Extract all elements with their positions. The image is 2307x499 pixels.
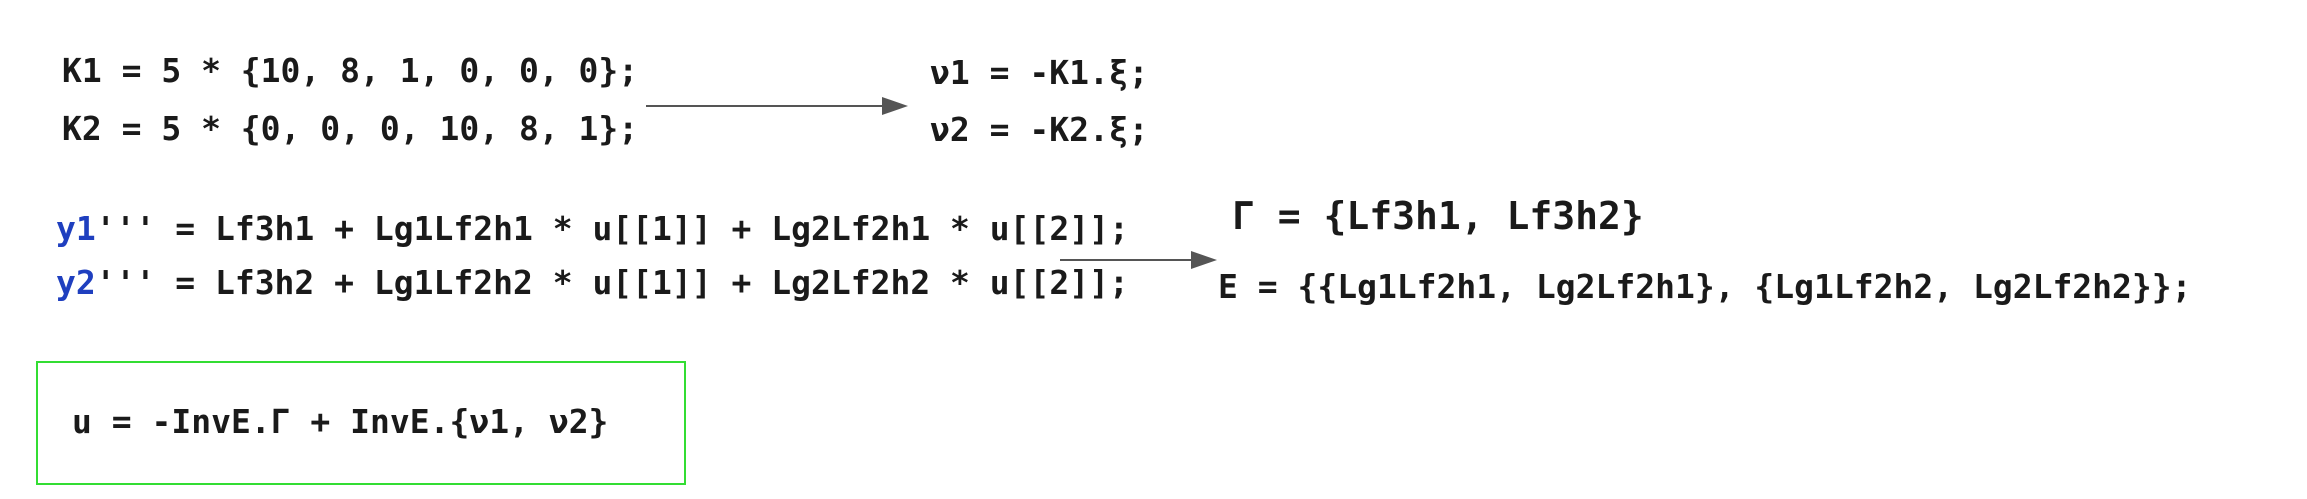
k1-definition: K1 = 5 * {10, 8, 1, 0, 0, 0}; [62, 51, 639, 90]
v1-definition: ν1 = -K1.ξ; [930, 53, 1149, 92]
k2-definition: K2 = 5 * {0, 0, 0, 10, 8, 1}; [62, 109, 639, 148]
control-law: u = -InvE.Γ + InvE.{ν1, ν2} [72, 402, 609, 441]
y2-third-derivative: y2''' = Lf3h2 + Lg1Lf2h2 * u[[1]] + Lg2L… [56, 266, 1129, 299]
e-matrix-definition: E = {{Lg1Lf2h1, Lg2Lf2h1}, {Lg1Lf2h2, Lg… [1218, 267, 2192, 306]
v2-definition: ν2 = -K2.ξ; [930, 110, 1149, 149]
y2-expression: ''' = Lf3h2 + Lg1Lf2h2 * u[[1]] + Lg2Lf2… [95, 263, 1129, 302]
y1-expression: ''' = Lf3h1 + Lg1Lf2h1 * u[[1]] + Lg2Lf2… [95, 209, 1129, 248]
y1-variable: y1 [56, 209, 96, 248]
gamma-definition: Γ = {Lf3h1, Lf3h2} [1232, 194, 1644, 238]
notebook-canvas: K1 = 5 * {10, 8, 1, 0, 0, 0}; K2 = 5 * {… [0, 0, 2307, 499]
y2-variable: y2 [56, 263, 96, 302]
y1-third-derivative: y1''' = Lf3h1 + Lg1Lf2h1 * u[[1]] + Lg2L… [56, 212, 1129, 245]
